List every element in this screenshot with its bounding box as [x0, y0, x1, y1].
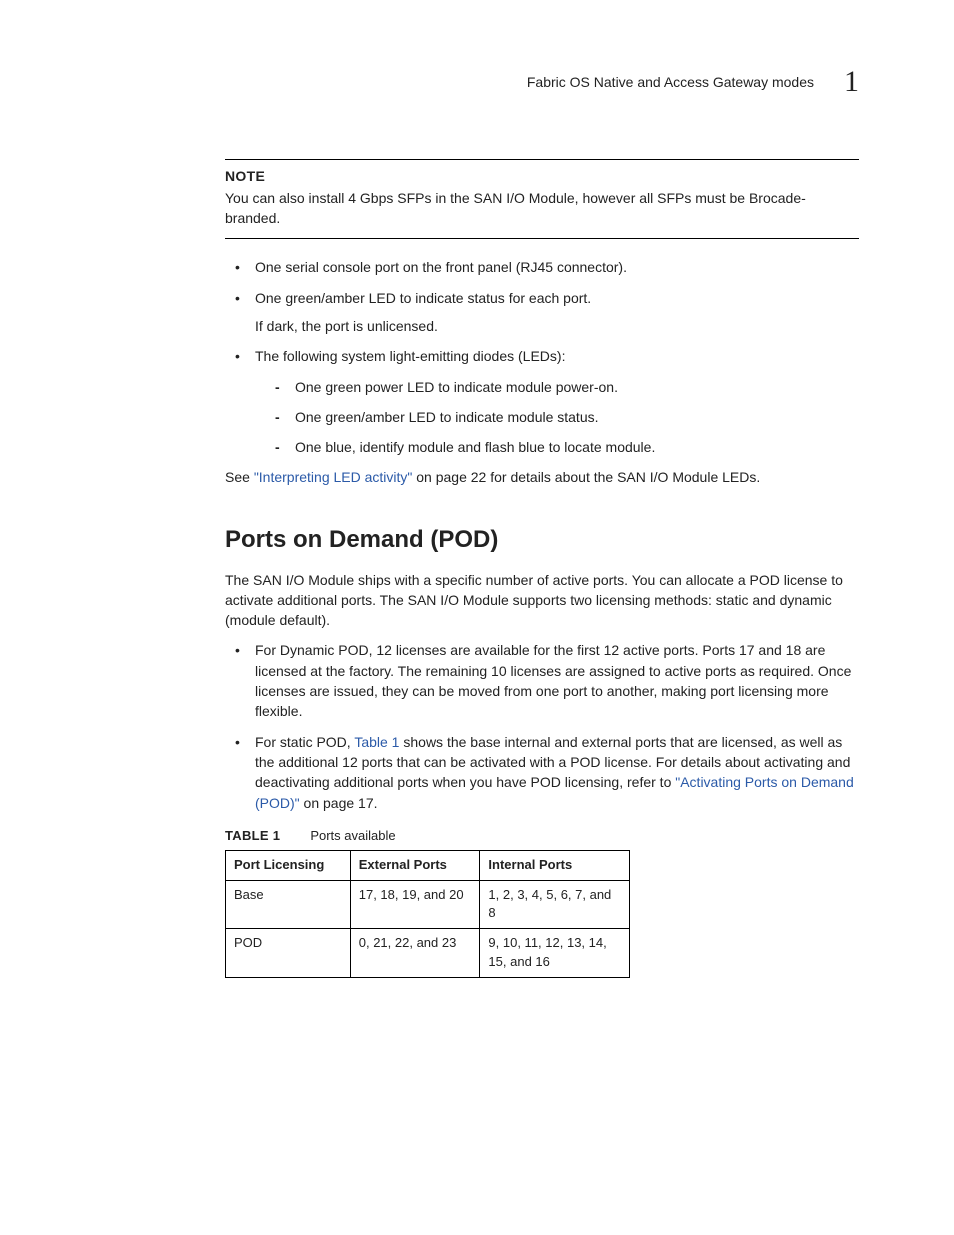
pod-list: For Dynamic POD, 12 licenses are availab… [225, 640, 859, 812]
page: Fabric OS Native and Access Gateway mode… [0, 0, 954, 1235]
list-item: For static POD, Table 1 shows the base i… [225, 732, 859, 813]
list-item-subtext: If dark, the port is unlicensed. [255, 316, 859, 336]
see-led-paragraph: See "Interpreting LED activity" on page … [225, 467, 859, 487]
sub-list-item: One blue, identify module and flash blue… [265, 437, 859, 457]
table-title: Ports available [310, 828, 395, 843]
sub-list-item: One green power LED to indicate module p… [265, 377, 859, 397]
pod-intro: The SAN I/O Module ships with a specific… [225, 570, 859, 631]
section-heading-pod: Ports on Demand (POD) [225, 523, 859, 558]
sub-list-item: One green/amber LED to indicate module s… [265, 407, 859, 427]
col-header: Port Licensing [226, 850, 351, 880]
list-item: One serial console port on the front pan… [225, 257, 859, 277]
table-row: Base 17, 18, 19, and 20 1, 2, 3, 4, 5, 6… [226, 880, 630, 929]
table-cell: 0, 21, 22, and 23 [350, 929, 480, 978]
chapter-number: 1 [844, 60, 859, 104]
list-item-text: The following system light-emitting diod… [255, 348, 565, 364]
cross-reference-link[interactable]: "Interpreting LED activity" [254, 469, 413, 485]
text-fragment: See [225, 469, 254, 485]
cross-reference-link[interactable]: Table 1 [354, 734, 399, 750]
running-title: Fabric OS Native and Access Gateway mode… [527, 72, 814, 92]
table-label: TABLE 1 [225, 828, 280, 843]
col-header: Internal Ports [480, 850, 630, 880]
note-block: NOTE You can also install 4 Gbps SFPs in… [225, 159, 859, 240]
sub-list-item-text: One green power LED to indicate module p… [295, 379, 618, 395]
text-fragment: on page 22 for details about the SAN I/O… [412, 469, 760, 485]
table-cell: 9, 10, 11, 12, 13, 14, 15, and 16 [480, 929, 630, 978]
note-label: NOTE [225, 166, 859, 186]
list-item-text: One serial console port on the front pan… [255, 259, 627, 275]
table-row: POD 0, 21, 22, and 23 9, 10, 11, 12, 13,… [226, 929, 630, 978]
running-header: Fabric OS Native and Access Gateway mode… [225, 60, 859, 104]
table-cell: 1, 2, 3, 4, 5, 6, 7, and 8 [480, 880, 630, 929]
table-cell: 17, 18, 19, and 20 [350, 880, 480, 929]
col-header: External Ports [350, 850, 480, 880]
list-item-text: For Dynamic POD, 12 licenses are availab… [255, 642, 851, 719]
note-body: You can also install 4 Gbps SFPs in the … [225, 188, 859, 229]
ports-table: Port Licensing External Ports Internal P… [225, 850, 630, 978]
list-item: The following system light-emitting diod… [225, 346, 859, 457]
text-fragment: on page 17. [300, 795, 378, 811]
sub-list: One green power LED to indicate module p… [255, 377, 859, 458]
feature-list: One serial console port on the front pan… [225, 257, 859, 457]
table-cell: POD [226, 929, 351, 978]
text-fragment: For static POD, [255, 734, 354, 750]
table-cell: Base [226, 880, 351, 929]
sub-list-item-text: One green/amber LED to indicate module s… [295, 409, 599, 425]
sub-list-item-text: One blue, identify module and flash blue… [295, 439, 655, 455]
table-header-row: Port Licensing External Ports Internal P… [226, 850, 630, 880]
list-item: For Dynamic POD, 12 licenses are availab… [225, 640, 859, 721]
table-caption: TABLE 1 Ports available [225, 827, 859, 846]
list-item: One green/amber LED to indicate status f… [225, 288, 859, 337]
list-item-text: One green/amber LED to indicate status f… [255, 290, 591, 306]
